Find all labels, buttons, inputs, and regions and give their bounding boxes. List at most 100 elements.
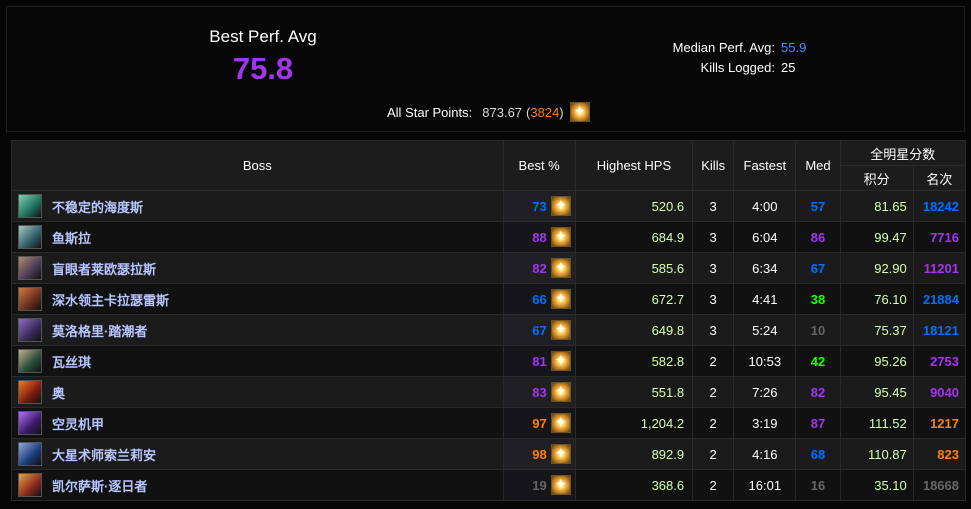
header-kills[interactable]: Kills xyxy=(692,140,735,191)
kills-cell: 2 xyxy=(692,407,735,439)
boss-cell[interactable]: 莫洛格里·踏潮者 xyxy=(11,314,504,346)
kills-cell: 3 xyxy=(692,252,735,284)
table-row[interactable]: 空灵机甲 97 1,204.223:1987111.521217 xyxy=(11,407,967,439)
median-perf-value: 55.9 xyxy=(781,40,807,55)
allstar-rank-cell: 18668 xyxy=(912,469,967,501)
star-burst-icon[interactable] xyxy=(550,382,571,402)
best-percent-value: 67 xyxy=(532,322,547,338)
allstar-score-cell: 95.26 xyxy=(839,345,914,377)
header-fastest[interactable]: Fastest xyxy=(733,140,797,191)
boss-cell[interactable]: 鱼斯拉 xyxy=(11,221,504,253)
allstar-score-cell: 76.10 xyxy=(839,283,914,315)
best-percent-cell: 81 xyxy=(502,345,576,377)
boss-name[interactable]: 凯尔萨斯·逐日者 xyxy=(52,476,147,495)
all-star-label: All Star Points: xyxy=(387,104,473,120)
star-burst-icon[interactable] xyxy=(550,320,571,340)
highest-hps-cell: 582.8 xyxy=(574,345,694,377)
star-burst-icon[interactable] xyxy=(550,196,571,216)
fastest-cell: 4:16 xyxy=(733,438,797,470)
allstar-rank-cell: 823 xyxy=(912,438,967,470)
table-row[interactable]: 盲眼者莱欧瑟拉斯 82 585.636:346792.9011201 xyxy=(11,252,967,284)
best-percent-cell: 82 xyxy=(502,252,576,284)
boss-cell[interactable]: 空灵机甲 xyxy=(11,407,504,439)
table-row[interactable]: 奥 83 551.827:268295.459040 xyxy=(11,376,967,408)
table-row[interactable]: 大星术师索兰莉安 98 892.924:1668110.87823 xyxy=(11,438,967,470)
boss-cell[interactable]: 凯尔萨斯·逐日者 xyxy=(11,469,504,501)
allstar-rank-cell: 2753 xyxy=(912,345,967,377)
highest-hps-cell: 892.9 xyxy=(574,438,694,470)
best-percent-cell: 83 xyxy=(502,376,576,408)
kills-cell: 2 xyxy=(692,345,735,377)
highest-hps-cell: 684.9 xyxy=(574,221,694,253)
kills-cell: 3 xyxy=(692,190,735,222)
median-cell: 82 xyxy=(795,376,841,408)
star-burst-icon[interactable] xyxy=(569,102,590,122)
table-row[interactable]: 凯尔萨斯·逐日者 19 368.6216:011635.1018668 xyxy=(11,469,967,501)
boss-cell[interactable]: 深水领主卡拉瑟雷斯 xyxy=(11,283,504,315)
star-burst-icon[interactable] xyxy=(550,258,571,278)
header-allstar-score[interactable]: 积分 xyxy=(839,165,914,191)
boss-name[interactable]: 盲眼者莱欧瑟拉斯 xyxy=(52,259,156,278)
allstar-score-cell: 75.37 xyxy=(839,314,914,346)
boss-name[interactable]: 不稳定的海度斯 xyxy=(52,197,143,216)
boss-cell[interactable]: 盲眼者莱欧瑟拉斯 xyxy=(11,252,504,284)
boss-portrait-icon xyxy=(18,349,42,373)
fastest-cell: 6:34 xyxy=(733,252,797,284)
table-row[interactable]: 不稳定的海度斯 73 520.634:005781.6518242 xyxy=(11,190,967,222)
best-percent-cell: 98 xyxy=(502,438,576,470)
header-allstar-rank[interactable]: 名次 xyxy=(912,165,967,191)
header-median[interactable]: Med xyxy=(795,140,841,191)
best-percent-cell: 67 xyxy=(502,314,576,346)
kills-logged-value: 25 xyxy=(781,60,796,75)
median-cell: 57 xyxy=(795,190,841,222)
table-row[interactable]: 深水领主卡拉瑟雷斯 66 672.734:413876.1021884 xyxy=(11,283,967,315)
highest-hps-cell: 585.6 xyxy=(574,252,694,284)
boss-portrait-icon xyxy=(18,287,42,311)
star-burst-icon[interactable] xyxy=(550,227,571,247)
star-burst-icon[interactable] xyxy=(550,444,571,464)
median-cell: 16 xyxy=(795,469,841,501)
best-percent-value: 81 xyxy=(532,353,547,369)
table-row[interactable]: 鱼斯拉 88 684.936:048699.477716 xyxy=(11,221,967,253)
allstar-rank-cell: 1217 xyxy=(912,407,967,439)
boss-name[interactable]: 深水领主卡拉瑟雷斯 xyxy=(52,290,169,309)
header-best-percent[interactable]: Best % xyxy=(502,140,576,191)
boss-name[interactable]: 瓦丝琪 xyxy=(52,352,91,371)
boss-name[interactable]: 鱼斯拉 xyxy=(52,228,91,247)
star-burst-icon[interactable] xyxy=(550,413,571,433)
highest-hps-cell: 672.7 xyxy=(574,283,694,315)
boss-portrait-icon xyxy=(18,194,42,218)
kills-cell: 2 xyxy=(692,376,735,408)
kills-logged-row: Kills Logged: 25 xyxy=(607,60,907,78)
allstar-score-cell: 95.45 xyxy=(839,376,914,408)
best-percent-cell: 66 xyxy=(502,283,576,315)
all-star-points-value: 873.67 xyxy=(482,104,523,120)
highest-hps-cell: 368.6 xyxy=(574,469,694,501)
boss-cell[interactable]: 瓦丝琪 xyxy=(11,345,504,377)
boss-cell[interactable]: 奥 xyxy=(11,376,504,408)
allstar-score-cell: 110.87 xyxy=(839,438,914,470)
fastest-cell: 10:53 xyxy=(733,345,797,377)
boss-name[interactable]: 莫洛格里·踏潮者 xyxy=(52,321,147,340)
allstar-score-cell: 35.10 xyxy=(839,469,914,501)
all-star-points: All Star Points: 873.67 (3824) xyxy=(387,100,590,124)
median-perf-label: Median Perf. Avg: xyxy=(672,40,775,55)
star-burst-icon[interactable] xyxy=(550,351,571,371)
table-row[interactable]: 莫洛格里·踏潮者 67 649.835:241075.3718121 xyxy=(11,314,967,346)
best-percent-cell: 88 xyxy=(502,221,576,253)
boss-portrait-icon xyxy=(18,380,42,404)
boss-name[interactable]: 奥 xyxy=(52,383,65,402)
header-boss[interactable]: Boss xyxy=(11,140,504,191)
table-row[interactable]: 瓦丝琪 81 582.8210:534295.262753 xyxy=(11,345,967,377)
boss-name[interactable]: 空灵机甲 xyxy=(52,414,104,433)
star-burst-icon[interactable] xyxy=(550,289,571,309)
all-star-rank: 3824 xyxy=(530,104,560,120)
kills-logged-label: Kills Logged: xyxy=(700,60,775,75)
boss-cell[interactable]: 不稳定的海度斯 xyxy=(11,190,504,222)
allstar-rank-cell: 11201 xyxy=(912,252,967,284)
median-cell: 67 xyxy=(795,252,841,284)
boss-cell[interactable]: 大星术师索兰莉安 xyxy=(11,438,504,470)
boss-name[interactable]: 大星术师索兰莉安 xyxy=(52,445,156,464)
header-highest-hps[interactable]: Highest HPS xyxy=(574,140,694,191)
star-burst-icon[interactable] xyxy=(550,475,571,495)
